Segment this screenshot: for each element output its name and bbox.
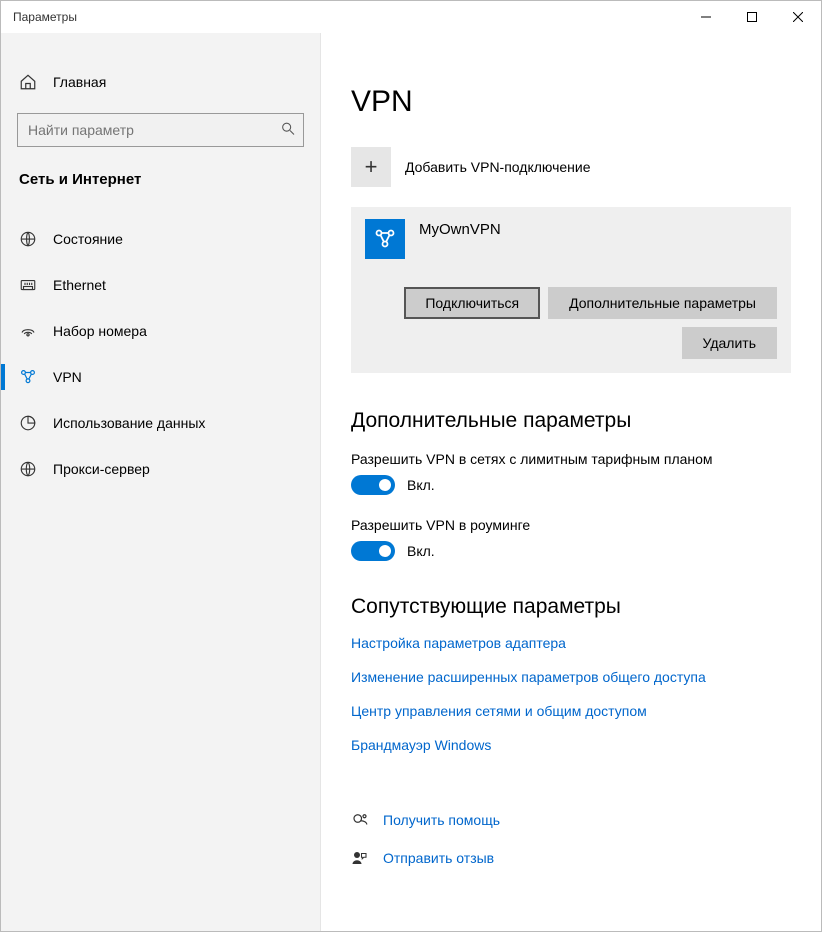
sidebar-item-dialup[interactable]: Набор номера bbox=[1, 308, 320, 354]
toggle-metered-state: Вкл. bbox=[407, 477, 435, 493]
proxy-icon bbox=[19, 460, 37, 478]
settings-window: Параметры Главная bbox=[0, 0, 822, 932]
feedback-icon bbox=[351, 849, 369, 867]
add-vpn-button[interactable]: + Добавить VPN-подключение bbox=[351, 147, 791, 187]
toggle-metered-row: Вкл. bbox=[351, 475, 791, 495]
delete-button[interactable]: Удалить bbox=[682, 327, 777, 359]
home-label: Главная bbox=[53, 74, 106, 90]
connect-button[interactable]: Подключиться bbox=[404, 287, 540, 319]
sidebar-item-label: VPN bbox=[53, 369, 82, 385]
sidebar-item-label: Использование данных bbox=[53, 415, 205, 431]
toggle-metered[interactable] bbox=[351, 475, 395, 495]
related-links-section: Сопутствующие параметры Настройка параме… bbox=[351, 595, 791, 753]
dialup-icon bbox=[19, 322, 37, 340]
search-input[interactable] bbox=[17, 113, 304, 147]
advanced-options-button[interactable]: Дополнительные параметры bbox=[548, 287, 777, 319]
sidebar-item-label: Ethernet bbox=[53, 277, 106, 293]
search-container bbox=[17, 113, 304, 147]
toggle-roaming-row: Вкл. bbox=[351, 541, 791, 561]
sidebar-item-ethernet[interactable]: Ethernet bbox=[1, 262, 320, 308]
window-controls bbox=[683, 1, 821, 33]
page-title: VPN bbox=[351, 85, 791, 119]
vpn-connection-card[interactable]: MyOwnVPN Подключиться Дополнительные пар… bbox=[351, 207, 791, 373]
minimize-button[interactable] bbox=[683, 1, 729, 33]
plus-icon: + bbox=[351, 147, 391, 187]
ethernet-icon bbox=[19, 276, 37, 294]
status-icon bbox=[19, 230, 37, 248]
link-sharing-settings[interactable]: Изменение расширенных параметров общего … bbox=[351, 669, 791, 685]
sidebar-item-label: Состояние bbox=[53, 231, 123, 247]
sidebar-item-data-usage[interactable]: Использование данных bbox=[1, 400, 320, 446]
sidebar-item-vpn[interactable]: VPN bbox=[1, 354, 320, 400]
link-firewall[interactable]: Брандмауэр Windows bbox=[351, 737, 791, 753]
link-adapter-settings[interactable]: Настройка параметров адаптера bbox=[351, 635, 791, 651]
main-panel: VPN + Добавить VPN-подключение MyOwnVPN … bbox=[321, 33, 821, 931]
vpn-buttons-row: Подключиться Дополнительные параметры Уд… bbox=[365, 287, 777, 359]
titlebar: Параметры bbox=[1, 1, 821, 33]
vpn-icon bbox=[19, 368, 37, 386]
sidebar-item-status[interactable]: Состояние bbox=[1, 216, 320, 262]
toggle-roaming-label: Разрешить VPN в роуминге bbox=[351, 517, 791, 533]
category-header: Сеть и Интернет bbox=[1, 165, 320, 202]
get-help-link[interactable]: Получить помощь bbox=[383, 812, 500, 828]
search-icon bbox=[280, 121, 296, 140]
maximize-button[interactable] bbox=[729, 1, 775, 33]
sidebar-item-label: Набор номера bbox=[53, 323, 147, 339]
feedback-row: Отправить отзыв bbox=[351, 849, 791, 867]
content-area: Главная Сеть и Интернет Состояние bbox=[1, 33, 821, 931]
related-section-header: Сопутствующие параметры bbox=[351, 595, 791, 619]
home-button[interactable]: Главная bbox=[1, 63, 320, 101]
sidebar: Главная Сеть и Интернет Состояние bbox=[1, 33, 321, 931]
home-icon bbox=[19, 73, 37, 91]
help-icon bbox=[351, 811, 369, 829]
feedback-link[interactable]: Отправить отзыв bbox=[383, 850, 494, 866]
toggle-metered-label: Разрешить VPN в сетях с лимитным тарифны… bbox=[351, 451, 791, 467]
help-row: Получить помощь bbox=[351, 811, 791, 829]
toggle-roaming[interactable] bbox=[351, 541, 395, 561]
window-title: Параметры bbox=[13, 10, 77, 24]
close-button[interactable] bbox=[775, 1, 821, 33]
vpn-card-header: MyOwnVPN bbox=[365, 219, 777, 259]
add-vpn-label: Добавить VPN-подключение bbox=[405, 159, 591, 175]
advanced-section-header: Дополнительные параметры bbox=[351, 409, 791, 433]
data-usage-icon bbox=[19, 414, 37, 432]
toggle-roaming-state: Вкл. bbox=[407, 543, 435, 559]
sidebar-item-proxy[interactable]: Прокси-сервер bbox=[1, 446, 320, 492]
link-network-center[interactable]: Центр управления сетями и общим доступом bbox=[351, 703, 791, 719]
vpn-tile-icon bbox=[365, 219, 405, 259]
vpn-connection-name: MyOwnVPN bbox=[419, 219, 501, 238]
sidebar-item-label: Прокси-сервер bbox=[53, 461, 150, 477]
